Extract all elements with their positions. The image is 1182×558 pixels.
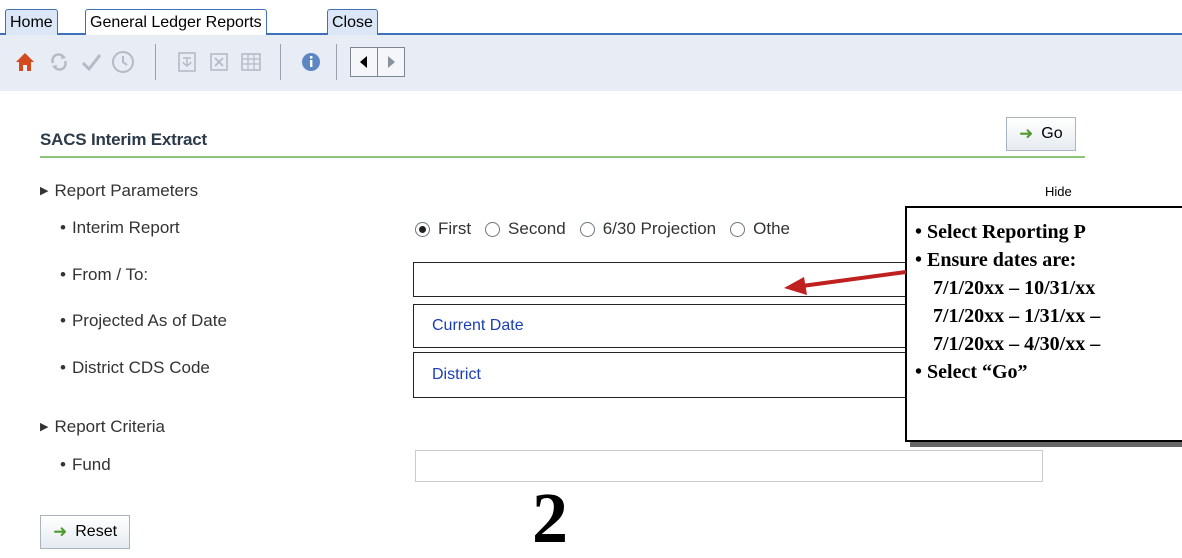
radio-second-label: Second	[508, 219, 566, 238]
toolbar-separator	[336, 44, 337, 80]
title-divider	[40, 156, 1085, 158]
refresh-icon[interactable]	[46, 49, 72, 75]
expand-triangle-icon: ▶	[40, 421, 49, 433]
radio-projection-label: 6/30 Projection	[602, 219, 717, 238]
callout-line-ensure-dates: • Ensure dates are:	[915, 249, 1077, 271]
home-icon[interactable]	[12, 49, 38, 75]
radio-other[interactable]: Othe	[730, 219, 790, 239]
report-criteria-heading-label: Report Criteria	[54, 417, 166, 436]
annotation-arrow-icon	[784, 270, 907, 295]
page-title: SACS Interim Extract	[40, 130, 207, 149]
check-icon[interactable]	[78, 49, 104, 75]
callout-text: Select Reporting P	[927, 221, 1086, 243]
callout-line-date-range-2: 7/1/20xx – 1/31/xx –	[933, 305, 1101, 327]
district-cds-code-field[interactable]: District	[413, 352, 933, 398]
projected-label-text: Projected As of Date	[71, 311, 227, 330]
bullet-icon: •	[60, 358, 66, 377]
radio-unselected-icon	[485, 221, 501, 237]
tab-home[interactable]: Home	[5, 9, 58, 35]
reset-button[interactable]: ➜ Reset	[40, 515, 131, 549]
pdf-icon[interactable]	[174, 49, 200, 75]
district-cds-code-label: • District CDS Code	[60, 358, 210, 378]
fund-input[interactable]	[415, 450, 1043, 482]
report-criteria-heading[interactable]: ▶ Report Criteria	[40, 417, 165, 437]
excel-icon[interactable]	[206, 49, 232, 75]
bullet-icon: •	[60, 455, 66, 474]
interim-report-label: • Interim Report	[60, 218, 180, 238]
reset-arrow-icon: ➜	[53, 522, 68, 541]
report-parameters-heading-label: Report Parameters	[54, 181, 199, 200]
radio-first-label: First	[438, 219, 472, 238]
callout-line-select-go: • Select “Go”	[915, 361, 1028, 383]
clock-icon[interactable]	[110, 49, 136, 75]
instruction-callout: • Select Reporting P • Ensure dates are:…	[905, 206, 1182, 442]
callout-text: Ensure dates are:	[927, 249, 1077, 271]
info-icon[interactable]	[298, 49, 324, 75]
radio-6-30-projection[interactable]: 6/30 Projection	[579, 219, 717, 239]
radio-selected-icon	[415, 221, 430, 237]
bullet-icon: •	[60, 218, 66, 237]
cds-label-text: District CDS Code	[71, 358, 210, 377]
tab-close[interactable]: Close	[327, 9, 378, 35]
callout-line-reporting-period: • Select Reporting P	[915, 221, 1086, 243]
go-button[interactable]: ➜ Go	[1006, 117, 1076, 151]
radio-second[interactable]: Second	[485, 219, 566, 239]
callout-text: Select “Go”	[927, 361, 1028, 383]
next-arrow-icon[interactable]	[377, 47, 405, 77]
go-button-label: Go	[1041, 125, 1063, 142]
projected-as-of-date-label: • Projected As of Date	[60, 311, 227, 331]
projected-as-of-date-field[interactable]: Current Date	[413, 304, 933, 348]
expand-triangle-icon: ▶	[40, 185, 49, 197]
interim-report-label-text: Interim Report	[71, 218, 180, 237]
grid-icon[interactable]	[238, 49, 264, 75]
callout-line-date-range-3: 7/1/20xx – 4/30/xx –	[933, 333, 1101, 355]
radio-first[interactable]: First	[415, 219, 471, 239]
bullet-icon: •	[60, 311, 66, 330]
reset-button-label: Reset	[75, 523, 118, 540]
radio-unselected-icon	[730, 221, 746, 237]
fund-label-text: Fund	[71, 455, 111, 474]
radio-other-label: Othe	[753, 219, 790, 238]
report-parameters-heading[interactable]: ▶ Report Parameters	[40, 181, 198, 201]
from-to-label-text: From / To:	[71, 265, 149, 284]
go-arrow-icon: ➜	[1019, 124, 1034, 143]
bullet-icon: •	[60, 265, 66, 284]
toolbar-separator	[155, 44, 156, 80]
interim-report-radio-group: First Second 6/30 Projection Othe	[415, 216, 804, 242]
from-to-label: • From / To:	[60, 265, 148, 285]
toolbar-separator	[280, 44, 281, 80]
fund-label: • Fund	[60, 455, 111, 475]
callout-line-date-range-1: 7/1/20xx – 10/31/xx	[933, 277, 1096, 299]
hide-link[interactable]: Hide	[1045, 184, 1072, 199]
prev-arrow-icon[interactable]	[350, 47, 378, 77]
step-number: 2	[532, 478, 568, 558]
tab-general-ledger-reports[interactable]: General Ledger Reports	[85, 9, 267, 36]
radio-unselected-icon	[579, 221, 595, 237]
